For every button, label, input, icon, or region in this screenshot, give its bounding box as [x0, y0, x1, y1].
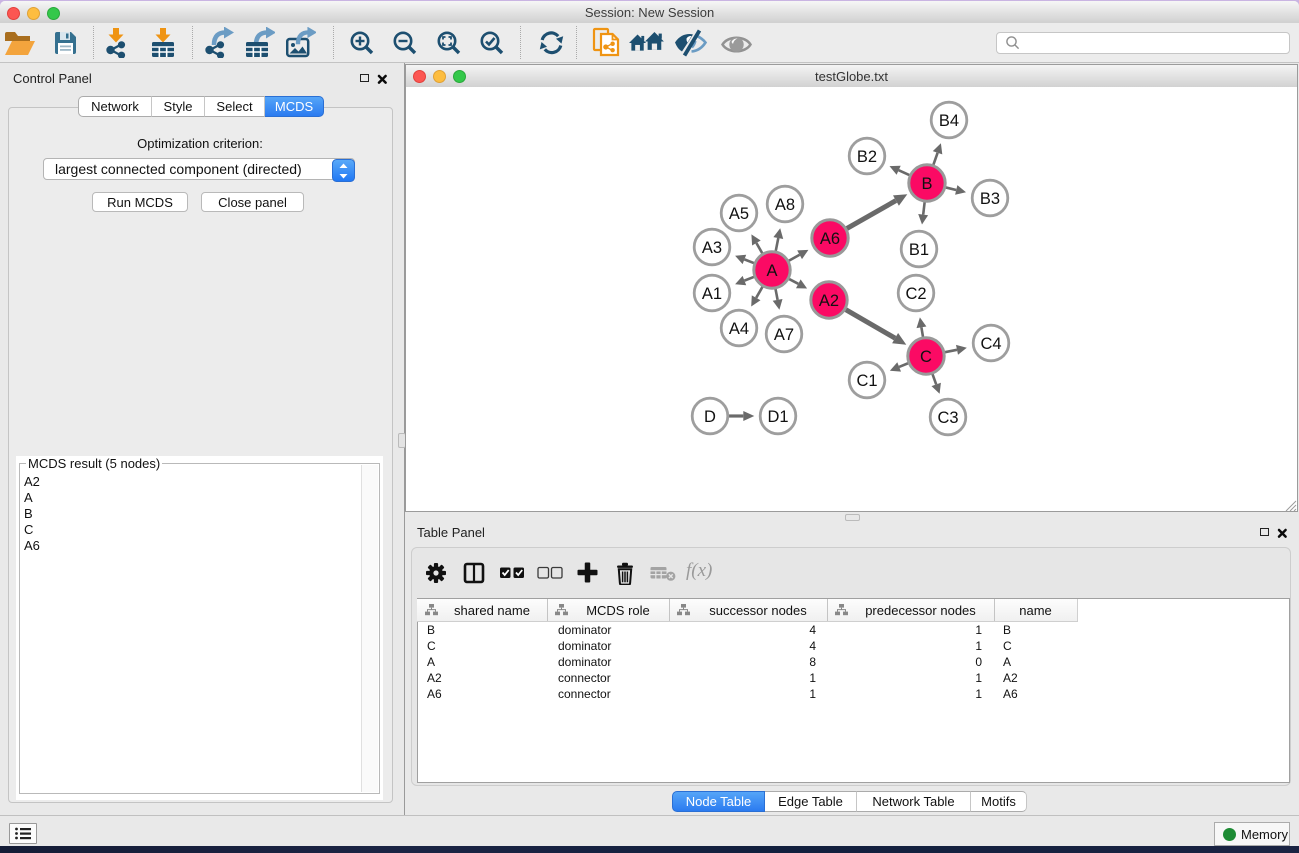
svg-text:C2: C2: [905, 285, 926, 303]
svg-text:D1: D1: [767, 408, 788, 426]
svg-text:B2: B2: [857, 148, 877, 166]
svg-text:C3: C3: [937, 409, 958, 427]
svg-text:A7: A7: [774, 326, 794, 344]
svg-text:B4: B4: [939, 112, 959, 130]
svg-text:D: D: [704, 408, 716, 426]
svg-text:B: B: [921, 175, 932, 193]
svg-text:B1: B1: [909, 241, 929, 259]
svg-text:A5: A5: [729, 205, 749, 223]
svg-text:C4: C4: [980, 335, 1001, 353]
svg-text:A: A: [766, 262, 777, 280]
svg-text:A2: A2: [819, 292, 839, 310]
svg-text:A1: A1: [702, 285, 722, 303]
svg-text:A6: A6: [820, 230, 840, 248]
svg-text:A4: A4: [729, 320, 749, 338]
svg-text:B3: B3: [980, 190, 1000, 208]
svg-text:A8: A8: [775, 196, 795, 214]
svg-text:A3: A3: [702, 239, 722, 257]
svg-text:C: C: [920, 348, 932, 366]
svg-text:C1: C1: [856, 372, 877, 390]
